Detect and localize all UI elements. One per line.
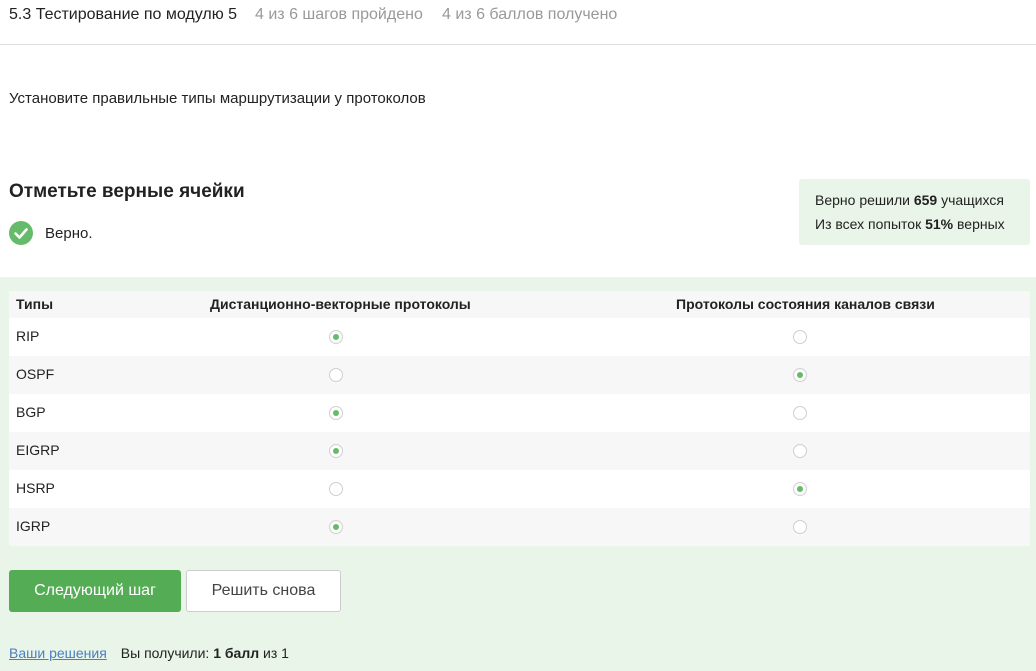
stats-attempts-prefix: Из всех попыток — [815, 216, 926, 232]
verdict: Верно. — [9, 221, 92, 245]
stats-panel: Верно решили 659 учащихся Из всех попыто… — [799, 179, 1030, 245]
solve-again-button[interactable]: Решить снова — [186, 570, 341, 612]
stats-attempts-suffix: верных — [953, 216, 1005, 232]
protocol-name: OSPF — [16, 366, 55, 382]
stats-attempts-percent: 51% — [925, 216, 954, 232]
table-row: HSRP — [9, 470, 1030, 508]
result-footer: Ваши решения Вы получили: 1 балл из 1 — [9, 645, 289, 661]
protocol-name: HSRP — [16, 480, 55, 496]
steps-progress: 4 из 6 шагов пройдено — [255, 6, 423, 23]
protocol-name: BGP — [16, 404, 46, 420]
stats-solved-suffix: учащихся — [937, 192, 1004, 208]
radio-link-state[interactable] — [793, 330, 807, 344]
section-title: Отметьте верные ячейки — [9, 181, 245, 202]
table-row: OSPF — [9, 356, 1030, 394]
radio-link-state[interactable] — [793, 406, 807, 420]
radio-distance-vector[interactable] — [329, 520, 343, 534]
radio-distance-vector[interactable] — [329, 444, 343, 458]
lesson-title: 5.3 Тестирование по модулю 5 — [9, 6, 238, 23]
table-row: EIGRP — [9, 432, 1030, 470]
protocol-name: IGRP — [16, 518, 51, 534]
your-solutions-link[interactable]: Ваши решения — [9, 645, 107, 661]
radio-distance-vector[interactable] — [329, 482, 343, 496]
question-text: Установите правильные типы маршрутизации… — [9, 90, 426, 107]
radio-link-state[interactable] — [793, 368, 807, 382]
next-step-button[interactable]: Следующий шаг — [9, 570, 181, 612]
stats-solved: Верно решили 659 учащихся — [815, 191, 1030, 215]
stats-solved-count: 659 — [913, 192, 938, 208]
score-suffix: из 1 — [259, 645, 289, 661]
points-progress: 4 из 6 баллов получено — [442, 6, 618, 23]
stats-solved-prefix: Верно решили — [815, 192, 914, 208]
radio-distance-vector[interactable] — [329, 330, 343, 344]
radio-link-state[interactable] — [793, 444, 807, 458]
score-points: 1 балл — [213, 645, 260, 661]
column-header-type: Типы — [16, 296, 54, 312]
protocol-name: EIGRP — [16, 442, 60, 458]
table-header: Типы Дистанционно-векторные протоколы Пр… — [9, 291, 1030, 318]
stats-attempts: Из всех попыток 51% верных — [815, 215, 1030, 239]
radio-distance-vector[interactable] — [329, 406, 343, 420]
radio-link-state[interactable] — [793, 482, 807, 496]
matching-table: Типы Дистанционно-векторные протоколы Пр… — [9, 291, 1030, 546]
protocol-name: RIP — [16, 328, 40, 344]
column-header-link-state: Протоколы состояния каналов связи — [676, 296, 935, 312]
table-row: BGP — [9, 394, 1030, 432]
verdict-text: Верно. — [45, 224, 93, 242]
table-row: IGRP — [9, 508, 1030, 546]
radio-link-state[interactable] — [793, 520, 807, 534]
score-prefix: Вы получили: — [120, 645, 214, 661]
column-header-distance-vector: Дистанционно-векторные протоколы — [210, 296, 471, 312]
radio-distance-vector[interactable] — [329, 368, 343, 382]
table-row: RIP — [9, 318, 1030, 356]
check-circle-icon — [9, 221, 33, 245]
step-header: 5.3 Тестирование по модулю 5 4 из 6 шаго… — [0, 0, 1036, 45]
